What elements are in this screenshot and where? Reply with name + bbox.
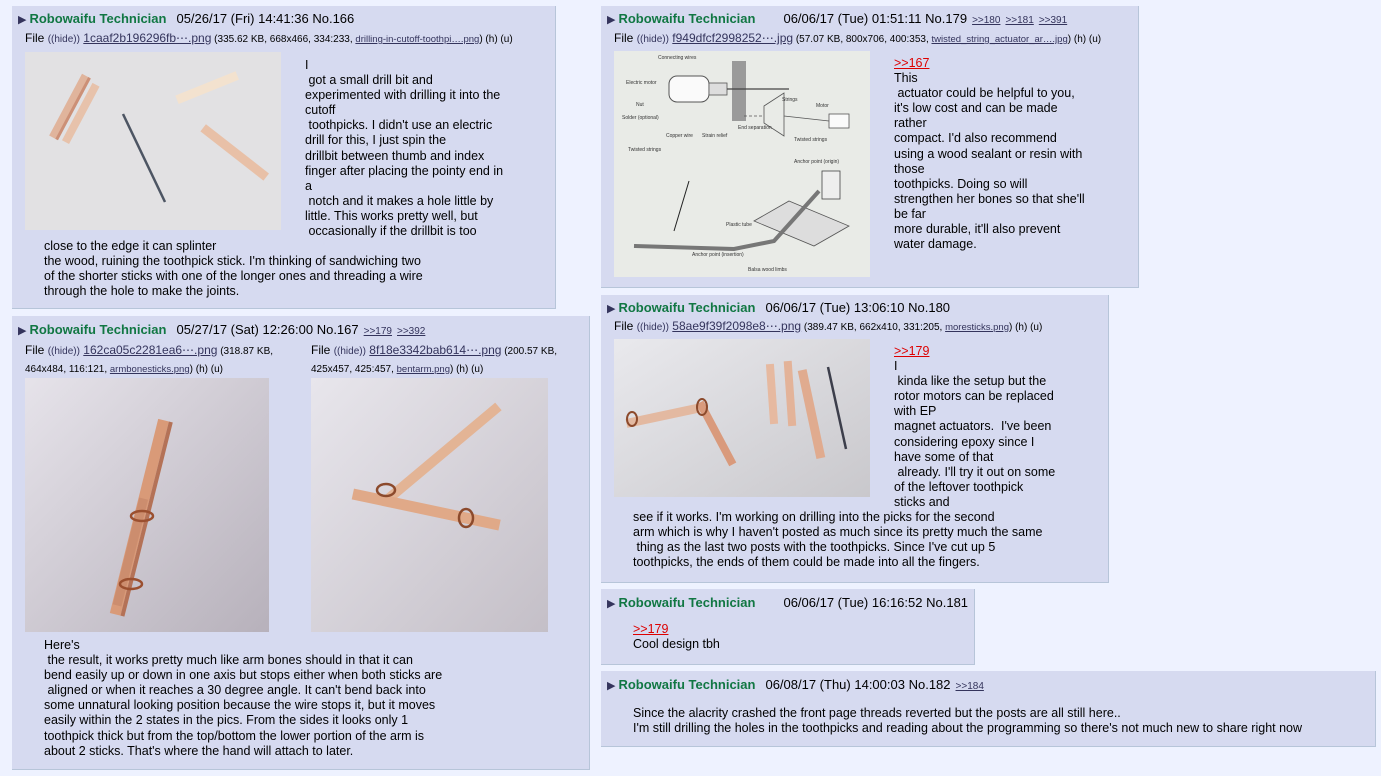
post-text-continued: see if it works. I'm working on drilling… [633,510,1043,570]
poster-name: Robowaifu Technician [618,677,756,692]
post-text: >>179 Cool design tbh [633,622,720,652]
poster-name: Robowaifu Technician [618,595,756,610]
hide-link[interactable]: ((hide)) [637,322,669,333]
post-header: ▶ Robowaifu Technician 06/06/17 (Tue) 01:5… [607,11,1067,26]
hide-link[interactable]: ((hide)) [637,34,669,45]
triangle-right-icon[interactable]: ▶ [607,14,615,26]
file-link[interactable]: 8f18e3342bab614⋯.png [369,343,501,357]
post-text: >>179 I kinda like the setup but the rot… [894,344,1056,509]
triangle-right-icon[interactable]: ▶ [18,14,26,26]
file-info-1: File ((hide)) 162ca05c2281ea6⋯.png (318.… [25,343,274,375]
post-179: ▶ Robowaifu Technician 06/06/17 (Tue) 01:5… [601,6,1139,288]
post-text: >>167 This actuator could be helpful to … [894,56,1085,252]
post-167: ▶ Robowaifu Technician 05/27/17 (Sat) 12:2… [12,316,590,770]
post-date: 06/06/17 (Tue) 01:51:11 [783,11,922,26]
original-filename[interactable]: drilling-in-cutoff-toothpi….png [355,34,479,45]
quote-link[interactable]: >>179 [633,622,668,636]
post-text: Since the alacrity crashed the front pag… [633,706,1303,736]
diagram-label: Anchor point (origin) [794,159,839,165]
original-filename[interactable]: twisted_string_actuator_ar….jpg [932,34,1068,45]
diagram-label: Strain relief [702,133,728,139]
post-number[interactable]: No.182 [909,677,951,692]
file-info: File ((hide)) f949dfcf2998252⋯.jpg (57.0… [614,31,1102,45]
backlink[interactable]: >>392 [397,326,425,337]
file-link[interactable]: 162ca05c2281ea6⋯.png [83,343,217,357]
post-header: ▶ Robowaifu Technician 06/06/17 (Tue) 16:1… [607,595,968,610]
post-166: ▶ Robowaifu Technician 05/26/17 (Fri) 14:4… [12,6,556,309]
post-date: 05/27/17 (Sat) 12:26:00 [176,322,314,337]
diagram-label: Connecting wires [658,55,697,61]
post-181: ▶ Robowaifu Technician 06/06/17 (Tue) 16:1… [601,589,975,665]
post-number[interactable]: No.167 [317,322,359,337]
thumbnail-image[interactable] [25,52,281,230]
quote-link[interactable]: >>179 [894,344,929,358]
file-link[interactable]: 58ae9f39f2098e8⋯.png [672,319,801,333]
post-text: Here's the result, it works pretty much … [44,638,443,758]
thumbnail-image[interactable]: Connecting wires Electric motor Nut Sold… [614,51,870,277]
post-text: I got a small drill bit and experimented… [305,58,504,239]
post-number[interactable]: No.180 [908,300,950,315]
diagram-label: Plastic tube [726,222,752,228]
backlink[interactable]: >>391 [1039,15,1067,26]
triangle-right-icon[interactable]: ▶ [607,680,615,692]
post-number[interactable]: No.166 [312,11,354,26]
diagram-label: Strings [782,97,798,103]
original-filename[interactable]: armbonesticks.png [110,364,190,375]
post-header: ▶ Robowaifu Technician 05/27/17 (Sat) 12:2… [18,322,425,337]
diagram-label: Nut [636,102,644,108]
file-info: File ((hide)) 1caaf2b196296fb⋯.png (335.… [25,31,513,45]
backlink[interactable]: >>181 [1005,15,1033,26]
diagram-label: Twisted strings [628,147,662,153]
original-filename[interactable]: bentarm.png [397,364,450,375]
original-filename[interactable]: moresticks.png [945,322,1009,333]
post-date: 06/06/17 (Tue) 16:16:52 [783,595,923,610]
post-182: ▶ Robowaifu Technician 06/08/17 (Thu) 14:0… [601,671,1376,747]
file-info-2: File ((hide)) 8f18e3342bab614⋯.png (200.… [311,343,558,375]
thumbnail-image[interactable] [614,339,870,497]
diagram-label: Electric motor [626,80,657,86]
backlink[interactable]: >>184 [956,681,984,692]
post-180: ▶ Robowaifu Technician 06/06/17 (Tue) 13:0… [601,295,1109,583]
post-date: 05/26/17 (Fri) 14:41:36 [176,11,309,26]
post-header: ▶ Robowaifu Technician 06/08/17 (Thu) 14:0… [607,677,984,692]
quote-link[interactable]: >>167 [894,56,929,70]
thumbnail-image[interactable] [25,378,269,632]
poster-name: Robowaifu Technician [29,322,167,337]
post-date: 06/06/17 (Tue) 13:06:10 [765,300,905,315]
diagram-label: Anchor point (insertion) [692,252,744,258]
diagram-label: Twisted strings [794,137,828,143]
triangle-right-icon[interactable]: ▶ [18,325,26,337]
backlink[interactable]: >>179 [364,326,392,337]
poster-name: Robowaifu Technician [618,11,756,26]
post-header: ▶ Robowaifu Technician 05/26/17 (Fri) 14:4… [18,11,354,26]
file-link[interactable]: 1caaf2b196296fb⋯.png [83,31,211,45]
hide-link[interactable]: ((hide)) [334,346,366,357]
diagram-label: Solder (optional) [622,115,659,121]
post-date: 06/08/17 (Thu) 14:00:03 [765,677,905,692]
post-header: ▶ Robowaifu Technician 06/06/17 (Tue) 13:0… [607,300,950,315]
file-link[interactable]: f949dfcf2998252⋯.jpg [672,31,793,45]
diagram-label: Balsa wood limbs [748,267,787,273]
file-info: File ((hide)) 58ae9f39f2098e8⋯.png (389.… [614,319,1043,333]
triangle-right-icon[interactable]: ▶ [607,598,615,610]
diagram-label: End separation [738,125,772,131]
triangle-right-icon[interactable]: ▶ [607,303,615,315]
diagram-label: Copper wire [666,133,693,139]
poster-name: Robowaifu Technician [29,11,167,26]
post-number[interactable]: No.181 [926,595,968,610]
hide-link[interactable]: ((hide)) [48,34,80,45]
post-number[interactable]: No.179 [925,11,967,26]
thumbnail-image[interactable] [311,378,548,632]
diagram-label: Motor [816,103,829,109]
poster-name: Robowaifu Technician [618,300,756,315]
backlink[interactable]: >>180 [972,15,1000,26]
hide-link[interactable]: ((hide)) [48,346,80,357]
post-text-continued: close to the edge it can splinter the wo… [44,239,423,299]
